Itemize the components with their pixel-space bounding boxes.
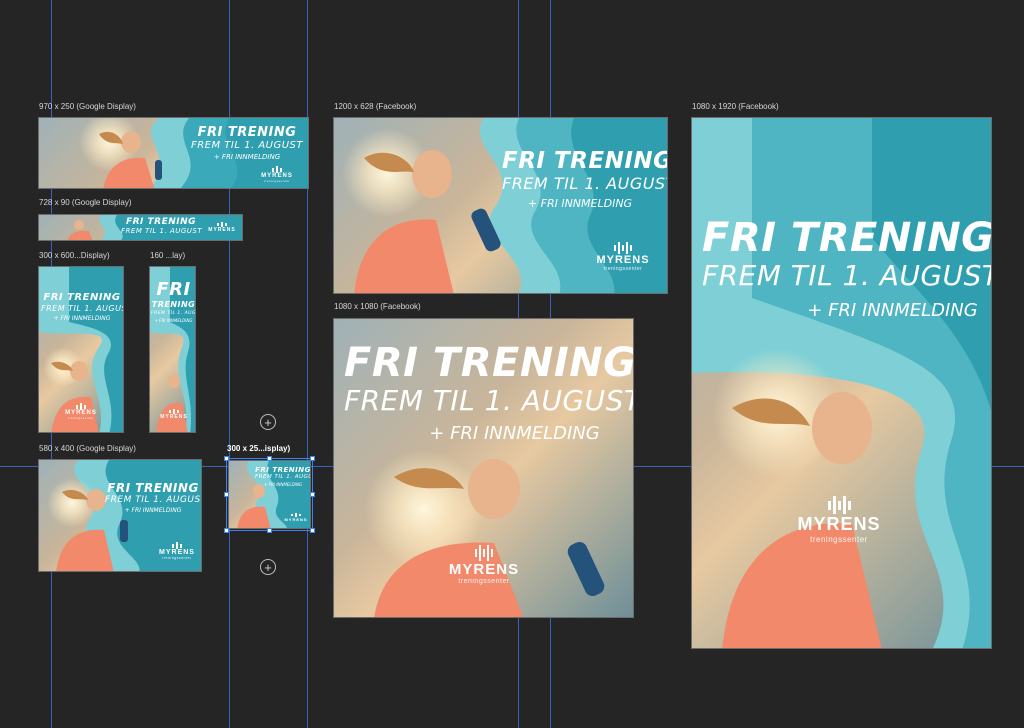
ad-headline: FRI TRENING (344, 340, 634, 386)
frame-label[interactable]: 1080 x 1920 (Facebook) (692, 102, 779, 111)
ad-headline-short: FRI (156, 279, 191, 300)
ad-frame-1080x1920[interactable]: FRI TRENING FREM TIL 1. AUGUST + FRI INN… (691, 117, 992, 649)
runner-image (99, 131, 162, 188)
guide-vertical[interactable] (229, 0, 230, 728)
ad-subline: FREM TIL 1. AUGUST (105, 495, 202, 505)
brand-logo: MYRENS treningssenter (257, 166, 297, 183)
logo-mark-icon (588, 242, 658, 254)
ad-offer: + FRI INNMELDING (429, 423, 600, 444)
brand-logo: MYRENS (205, 222, 239, 233)
ad-headline: FRI TRENING (197, 125, 297, 140)
resize-handle[interactable] (310, 456, 315, 461)
ad-subline: FREM TIL 1. AUGUST (344, 384, 634, 417)
brand-logo: MYRENS treningssenter (440, 545, 528, 585)
ad-headline: FRI TRENING (107, 481, 199, 495)
resize-handle[interactable] (267, 528, 272, 533)
frame-label[interactable]: 728 x 90 (Google Display) (39, 198, 132, 207)
resize-handle[interactable] (224, 492, 229, 497)
runner-image (374, 459, 605, 617)
ad-frame-160x600[interactable]: FRI TRENING FREM TIL 1. AUGUST + FRI INN… (149, 266, 196, 433)
resize-handle[interactable] (224, 456, 229, 461)
ad-headline: FRI TRENING (43, 292, 121, 303)
add-icon[interactable]: + (260, 414, 276, 430)
frame-label[interactable]: 1080 x 1080 (Facebook) (334, 302, 421, 311)
brand-logo: MYRENS (160, 409, 188, 420)
ad-offer: + FRI INNMELDING (527, 197, 633, 210)
brand-logo: MYRENS treningssenter (61, 403, 101, 420)
ad-frame-1080x1080[interactable]: FRI TRENING FREM TIL 1. AUGUST + FRI INN… (333, 318, 634, 618)
ad-offer: + FRI INNMELDING (154, 317, 193, 323)
guide-vertical[interactable] (307, 0, 308, 728)
ad-frame-580x400[interactable]: FRI TRENING FREM TIL 1. AUGUST + FRI INN… (38, 459, 202, 572)
ad-headline: FRI TRENING (702, 215, 992, 261)
ad-offer: + FRI INNMELDING (53, 315, 111, 322)
resize-handle[interactable] (310, 528, 315, 533)
ad-subline: FREM TIL 1. AUGUST (502, 174, 668, 193)
ad-offer: + FRI INNMELDING (213, 153, 281, 161)
ad-subline: FREM TIL 1. AUGUST (151, 311, 196, 316)
frame-label[interactable]: 300 x 600...Display) (39, 251, 110, 260)
runner-image (67, 220, 93, 240)
ad-offer: + FRI INNMELDING (807, 300, 978, 321)
ad-frame-1200x628[interactable]: FRI TRENING FREM TIL 1. AUGUST + FRI INN… (333, 117, 668, 294)
ad-headline: FRI TRENING (502, 148, 668, 174)
ad-headline: FRI TRENING (125, 217, 197, 227)
frame-label[interactable]: 580 x 400 (Google Display) (39, 444, 136, 453)
logo-mark-icon (61, 403, 101, 410)
brand-logo: MYRENS treningssenter (588, 242, 658, 272)
runner-image (354, 150, 501, 293)
ad-frame-970x250[interactable]: FRI TRENING FREM TIL 1. AUGUST + FRI INN… (38, 117, 309, 189)
frame-label[interactable]: 970 x 250 (Google Display) (39, 102, 136, 111)
ad-subline: FREM TIL 1. AUGUST (121, 227, 203, 235)
runner-image (156, 374, 188, 432)
logo-mark-icon (440, 545, 528, 561)
add-icon[interactable]: + (260, 559, 276, 575)
ad-frame-728x90[interactable]: FRI TRENING FREM TIL 1. AUGUST MYRENS (38, 214, 243, 241)
frame-label[interactable]: 160 ...lay) (150, 251, 185, 260)
resize-handle[interactable] (224, 528, 229, 533)
ad-subline: FREM TIL 1. AUGUST (702, 259, 992, 292)
logo-mark-icon (257, 166, 297, 173)
ad-headline-short-2: TRENING (151, 300, 196, 309)
frame-label[interactable]: 1200 x 628 (Facebook) (334, 102, 416, 111)
frame-label[interactable]: 300 x 25...isplay) (227, 444, 290, 453)
logo-mark-icon (784, 496, 894, 514)
runner-image (51, 361, 99, 432)
brand-logo: MYRENS treningssenter (155, 542, 199, 560)
ad-offer: + FRI INNMELDING (124, 507, 182, 514)
ad-frame-300x600[interactable]: FRI TRENING FREM TIL 1. AUGUST + FRI INN… (38, 266, 124, 433)
resize-handle[interactable] (267, 456, 272, 461)
resize-handle[interactable] (310, 492, 315, 497)
brand-logo: MYRENS treningssenter (784, 496, 894, 544)
ad-subline: FREM TIL 1. AUGUST (190, 140, 304, 151)
selection-box[interactable] (224, 456, 315, 533)
logo-mark-icon (155, 542, 199, 549)
ad-subline: FREM TIL 1. AUGUST (41, 304, 124, 313)
